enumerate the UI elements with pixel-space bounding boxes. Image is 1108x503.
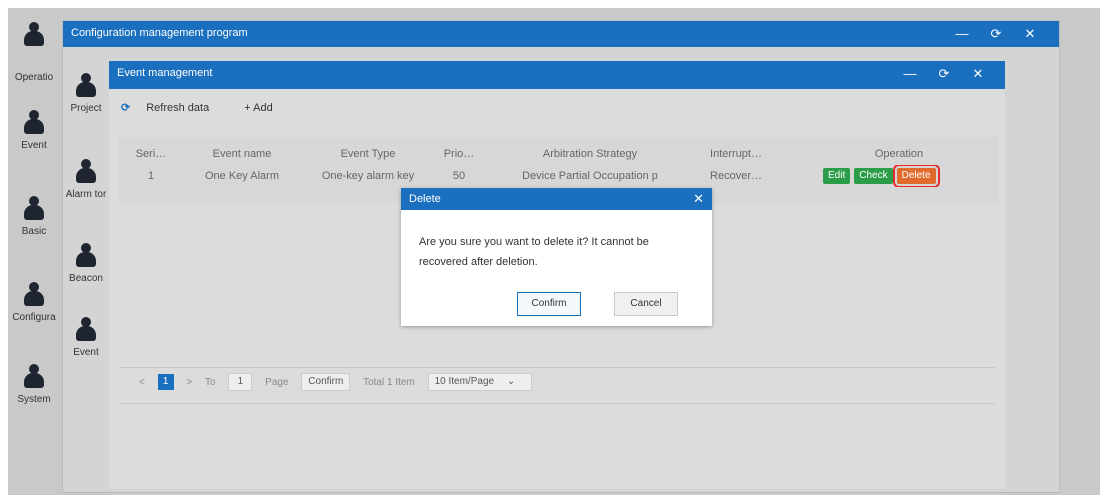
column-header: Operation (874, 148, 924, 160)
sidebar-item-beacon[interactable]: Beacon (63, 243, 109, 284)
cell-event-name: One Key Alarm (205, 170, 279, 182)
prev-page-icon[interactable]: < (139, 377, 145, 388)
sidebar-label: Alarm tor (65, 189, 107, 200)
table-row[interactable]: 1 One Key Alarm One-key alarm key 50 Dev… (119, 165, 999, 187)
restore-icon[interactable]: ⟳ (987, 25, 1005, 43)
dialog-message: Are you sure you want to delete it? It c… (419, 236, 649, 268)
dock-item-event[interactable]: Event (8, 110, 60, 151)
sidebar-label: Beacon (69, 273, 103, 284)
dialog-titlebar: Delete ✕ (401, 188, 712, 210)
person-icon (23, 110, 45, 136)
close-icon[interactable]: ✕ (969, 65, 987, 83)
cell-priority: 50 (452, 170, 466, 182)
person-icon (75, 317, 97, 343)
divider (119, 367, 995, 368)
table-header-row: Seri… Event name Event Type Prio… Arbitr… (119, 143, 999, 165)
confirm-button[interactable]: Confirm (517, 292, 581, 316)
outer-window-title: Configuration management program (71, 27, 248, 39)
sidebar-item-project[interactable]: Project (63, 73, 109, 114)
cell-arbitration: Device Partial Occupation p (522, 170, 658, 182)
cell-serial: 1 (147, 170, 155, 182)
person-icon (23, 22, 45, 48)
refresh-label: Refresh data (146, 102, 210, 114)
column-header: Event name (212, 148, 272, 160)
dock-item-system[interactable]: System (8, 364, 60, 405)
left-dock: Operatio Event Basic Configura System (8, 8, 60, 495)
cell-operation: Edit Check Delete (823, 165, 993, 187)
page-size-select[interactable]: 10 Item/Page ⌄ (427, 373, 533, 391)
page-number-button[interactable]: 1 (157, 374, 174, 390)
next-page-icon[interactable]: > (186, 377, 192, 388)
inner-window-title: Event management (117, 67, 213, 79)
sidebar-label: Event (73, 347, 99, 358)
page-label: Page (265, 376, 289, 388)
delete-dialog: Delete ✕ Are you sure you want to delete… (401, 188, 712, 326)
restore-icon[interactable]: ⟳ (935, 65, 953, 83)
edit-button[interactable]: Edit (823, 168, 851, 185)
divider (119, 403, 995, 404)
outer-sidebar: Project Alarm tor Beacon Event (63, 47, 109, 491)
column-header: Arbitration Strategy (542, 148, 638, 160)
person-icon (75, 243, 97, 269)
column-header: Event Type (340, 148, 396, 160)
close-icon[interactable]: ✕ (693, 188, 704, 210)
pager-confirm-button[interactable]: Confirm (301, 373, 351, 391)
column-header: Prio… (443, 148, 475, 160)
minimize-icon[interactable]: — (901, 65, 919, 83)
cell-event-type: One-key alarm key (321, 170, 415, 182)
refresh-button[interactable]: ⟳ Refresh data (121, 102, 225, 114)
add-button[interactable]: + Add (244, 102, 288, 114)
add-label: + Add (244, 102, 273, 114)
delete-button[interactable]: Delete (892, 165, 940, 187)
sidebar-label: Project (70, 103, 102, 114)
dock-label: System (17, 394, 51, 405)
chevron-down-icon: ⌄ (506, 376, 516, 387)
column-header: Seri… (135, 148, 167, 160)
sidebar-item-event[interactable]: Event (63, 317, 109, 358)
page-size-value: 10 Item/Page (434, 376, 495, 387)
outer-titlebar[interactable]: Configuration management program — ⟳ ✕ (63, 21, 1059, 47)
dock-item-basic[interactable]: Basic (8, 196, 60, 237)
close-icon[interactable]: ✕ (1021, 25, 1039, 43)
dock-label: Configura (12, 312, 56, 323)
dock-label: Operatio (14, 72, 54, 83)
inner-titlebar[interactable]: Event management — ⟳ ✕ (109, 61, 1005, 89)
dialog-title: Delete (409, 193, 441, 205)
refresh-icon: ⟳ (121, 102, 131, 114)
page-jump-input[interactable]: 1 (228, 373, 253, 391)
person-icon (23, 282, 45, 308)
toolbar: ⟳ Refresh data + Add (121, 101, 305, 121)
sidebar-item-alarm[interactable]: Alarm tor (63, 159, 109, 200)
check-button[interactable]: Check (854, 168, 893, 185)
dock-label: Basic (21, 226, 47, 237)
person-icon (75, 73, 97, 99)
dock-item-user[interactable] (8, 22, 60, 48)
cancel-button[interactable]: Cancel (614, 292, 678, 316)
dock-label: Event (21, 140, 47, 151)
total-label: Total 1 Item (363, 376, 415, 388)
to-label: To (205, 376, 216, 388)
column-header: Interrupt… (710, 148, 762, 160)
person-icon (75, 159, 97, 185)
minimize-icon[interactable]: — (953, 25, 971, 43)
person-icon (23, 196, 45, 222)
pagination: < 1 > To 1 Page Confirm Total 1 Item 10 … (139, 373, 542, 391)
person-icon (23, 364, 45, 390)
cell-interrupt: Recover… (710, 170, 762, 182)
dock-item-configuration[interactable]: Configura (8, 282, 60, 323)
dock-item-operation[interactable]: Operatio (8, 68, 60, 83)
